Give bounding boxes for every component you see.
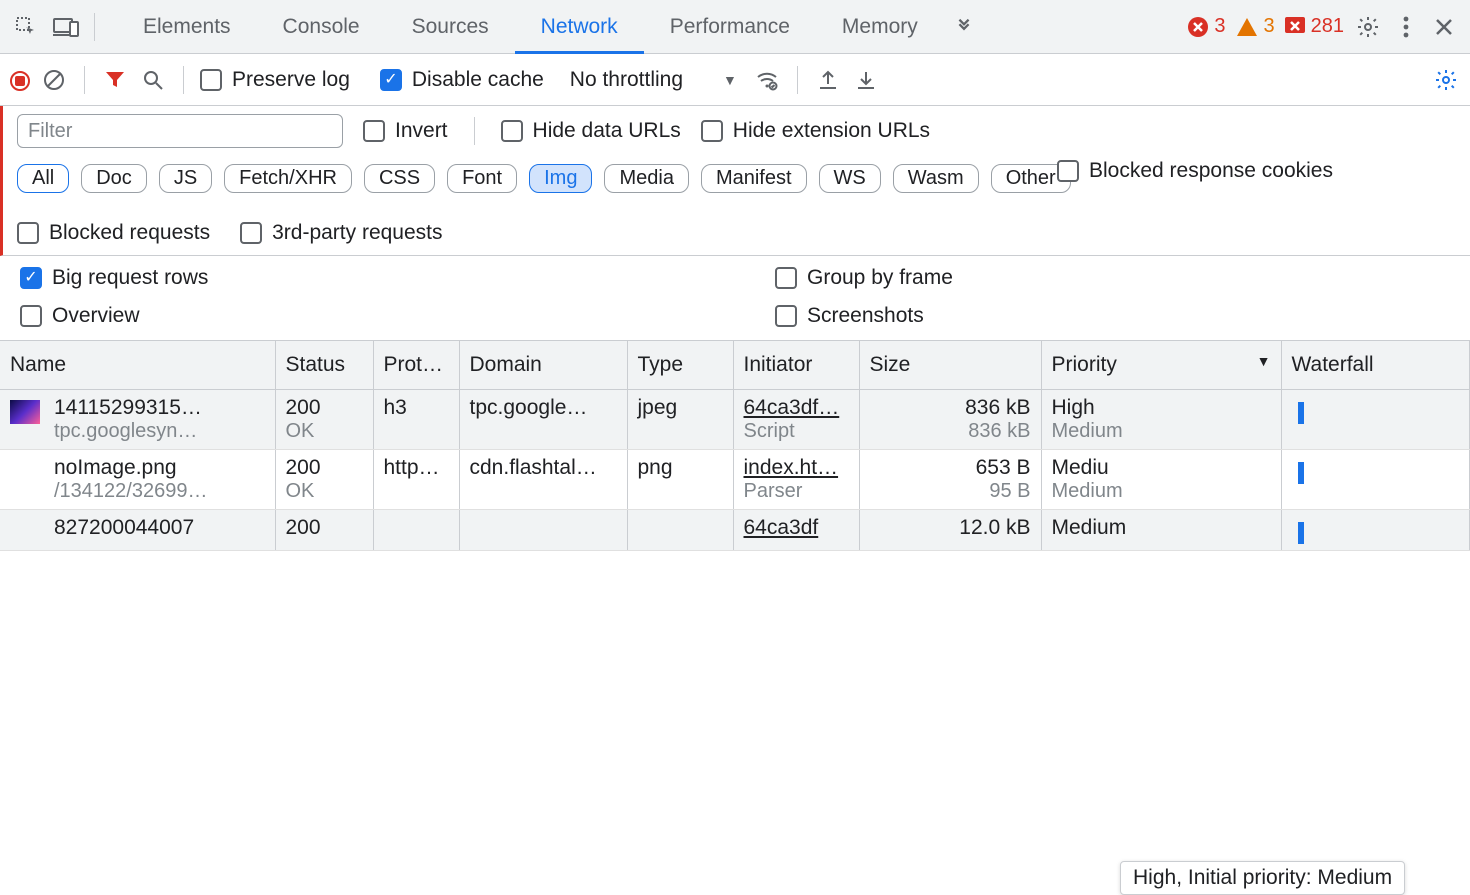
filter-icon[interactable] bbox=[101, 66, 129, 94]
preserve-log-checkbox[interactable]: Preserve log bbox=[200, 68, 350, 92]
initiator-link[interactable]: 64ca3df bbox=[744, 516, 819, 539]
throttling-select[interactable]: No throttling ▼ bbox=[564, 68, 743, 92]
message-count[interactable]: 281 bbox=[1285, 15, 1344, 38]
waterfall-bar bbox=[1298, 402, 1304, 424]
tab-performance[interactable]: Performance bbox=[644, 0, 816, 53]
blocked-requests-checkbox[interactable]: Blocked requests bbox=[17, 221, 210, 245]
warning-count[interactable]: 3 bbox=[1236, 15, 1275, 38]
filter-type-media[interactable]: Media bbox=[604, 164, 688, 193]
waterfall-bar bbox=[1298, 462, 1304, 484]
filter-type-all[interactable]: All bbox=[17, 164, 69, 193]
col-waterfall[interactable]: Waterfall bbox=[1281, 341, 1470, 389]
record-button[interactable] bbox=[10, 68, 30, 92]
disable-cache-checkbox[interactable]: Disable cache bbox=[380, 68, 544, 92]
tab-network[interactable]: Network bbox=[515, 0, 644, 53]
network-toolbar: Preserve log Disable cache No throttling… bbox=[0, 54, 1470, 106]
tab-console[interactable]: Console bbox=[257, 0, 386, 53]
filter-type-manifest[interactable]: Manifest bbox=[701, 164, 807, 193]
filter-type-doc[interactable]: Doc bbox=[81, 164, 147, 193]
screenshots-checkbox[interactable]: Screenshots bbox=[775, 304, 924, 328]
filter-bar: Invert Hide data URLs Hide extension URL… bbox=[0, 106, 1470, 256]
hide-data-urls-checkbox[interactable]: Hide data URLs bbox=[501, 119, 681, 143]
export-har-icon[interactable] bbox=[814, 66, 842, 94]
filter-type-wasm[interactable]: Wasm bbox=[893, 164, 979, 193]
table-row[interactable]: 82720004400720064ca3df12.0 kBMedium bbox=[0, 509, 1470, 550]
col-initiator[interactable]: Initiator bbox=[733, 341, 859, 389]
search-icon[interactable] bbox=[139, 66, 167, 94]
filter-input[interactable] bbox=[17, 114, 343, 148]
inspect-icon[interactable] bbox=[12, 13, 40, 41]
thumbnail-icon bbox=[10, 400, 40, 424]
blocked-cookies-checkbox[interactable]: Blocked response cookies bbox=[1057, 159, 1333, 183]
group-by-frame-checkbox[interactable]: Group by frame bbox=[775, 266, 953, 290]
table-row[interactable]: noImage.png/134122/32699…200OKhttp…cdn.f… bbox=[0, 449, 1470, 509]
network-conditions-icon[interactable] bbox=[753, 66, 781, 94]
overview-checkbox[interactable]: Overview bbox=[20, 304, 140, 328]
table-row[interactable]: 14115299315…tpc.googlesyn…200OKh3tpc.goo… bbox=[0, 389, 1470, 449]
filter-type-img[interactable]: Img bbox=[529, 164, 592, 193]
filter-type-js[interactable]: JS bbox=[159, 164, 212, 193]
col-priority[interactable]: Priority▼ bbox=[1041, 341, 1281, 389]
col-size[interactable]: Size bbox=[859, 341, 1041, 389]
col-domain[interactable]: Domain bbox=[459, 341, 627, 389]
devtools-tab-bar: ElementsConsoleSourcesNetworkPerformance… bbox=[0, 0, 1470, 54]
waterfall-bar bbox=[1298, 522, 1304, 544]
initiator-link[interactable]: 64ca3df… bbox=[744, 396, 840, 419]
tab-sources[interactable]: Sources bbox=[386, 0, 515, 53]
col-type[interactable]: Type bbox=[627, 341, 733, 389]
request-table-container: NameStatusProt…DomainTypeInitiatorSizePr… bbox=[0, 341, 1470, 551]
settings-icon[interactable] bbox=[1354, 13, 1382, 41]
device-toggle-icon[interactable] bbox=[52, 13, 80, 41]
request-table: NameStatusProt…DomainTypeInitiatorSizePr… bbox=[0, 341, 1470, 551]
col-prot[interactable]: Prot… bbox=[373, 341, 459, 389]
view-options: Big request rows Group by frame Overview… bbox=[0, 256, 1470, 341]
filter-type-css[interactable]: CSS bbox=[364, 164, 435, 193]
priority-tooltip: High, Initial priority: Medium bbox=[1120, 861, 1405, 895]
tab-elements[interactable]: Elements bbox=[117, 0, 257, 53]
kebab-menu-icon[interactable] bbox=[1392, 13, 1420, 41]
filter-type-fetch-xhr[interactable]: Fetch/XHR bbox=[224, 164, 352, 193]
hide-extension-urls-checkbox[interactable]: Hide extension URLs bbox=[701, 119, 930, 143]
big-rows-checkbox[interactable]: Big request rows bbox=[20, 266, 208, 290]
error-count[interactable]: 3 bbox=[1188, 15, 1225, 38]
filter-type-font[interactable]: Font bbox=[447, 164, 517, 193]
third-party-checkbox[interactable]: 3rd-party requests bbox=[240, 221, 442, 245]
filter-type-ws[interactable]: WS bbox=[819, 164, 881, 193]
col-name[interactable]: Name bbox=[0, 341, 275, 389]
tab-memory[interactable]: Memory bbox=[816, 0, 944, 53]
more-tabs-icon[interactable] bbox=[950, 13, 978, 41]
col-status[interactable]: Status bbox=[275, 341, 373, 389]
import-har-icon[interactable] bbox=[852, 66, 880, 94]
invert-checkbox[interactable]: Invert bbox=[363, 119, 448, 143]
close-icon[interactable] bbox=[1430, 13, 1458, 41]
network-settings-icon[interactable] bbox=[1432, 66, 1460, 94]
initiator-link[interactable]: index.ht… bbox=[744, 456, 839, 479]
clear-icon[interactable] bbox=[40, 66, 68, 94]
